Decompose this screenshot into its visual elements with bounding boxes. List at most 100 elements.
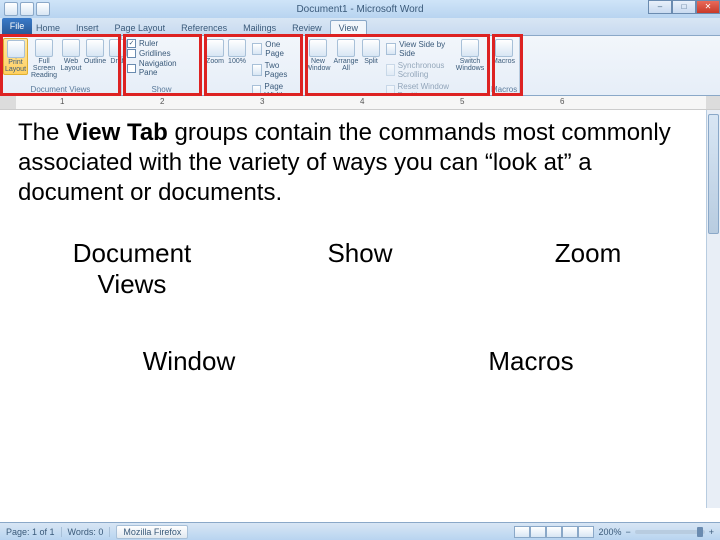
gridlines-label: Gridlines (139, 49, 171, 58)
one-page-icon (252, 43, 262, 55)
navpane-checkbox[interactable]: Navigation Pane (127, 59, 196, 77)
zoom-in-icon[interactable]: + (709, 527, 714, 537)
file-tab[interactable]: File (2, 18, 32, 34)
zoom-button[interactable]: Zoom (205, 38, 225, 66)
switch-windows-button[interactable]: Switch Windows (456, 38, 484, 73)
view-outline-icon[interactable] (562, 526, 578, 538)
tab-pagelayout[interactable]: Page Layout (107, 21, 174, 35)
ruler-number: 1 (60, 97, 64, 106)
one-page-button[interactable]: One Page (251, 39, 296, 59)
ribbon: Print Layout Full Screen Reading Web Lay… (0, 36, 720, 96)
group-show: ✓Ruler Gridlines Navigation Pane Show (122, 36, 202, 95)
outline-icon (86, 39, 104, 57)
zoom-100-label: 100% (228, 58, 246, 65)
tab-review[interactable]: Review (284, 21, 330, 35)
macros-label: Macros (492, 58, 515, 65)
label-document-views: DocumentViews (18, 238, 246, 300)
sync-scroll-button[interactable]: Synchronous Scrolling (385, 60, 452, 80)
outline-label: Outline (84, 58, 106, 65)
tab-references[interactable]: References (173, 21, 235, 35)
tab-view[interactable]: View (330, 20, 367, 35)
gridlines-checkbox[interactable]: Gridlines (127, 49, 196, 58)
percent-icon (228, 39, 246, 57)
view-mode-buttons (514, 526, 594, 538)
group-label-docviews: Document Views (3, 84, 118, 95)
label-show: Show (246, 238, 474, 300)
fullscreen-reading-button[interactable]: Full Screen Reading (30, 38, 58, 80)
group-names-grid: DocumentViews Show Zoom Window Macros (18, 238, 702, 377)
view-print-icon[interactable] (514, 526, 530, 538)
horizontal-ruler: 123456 (0, 96, 720, 110)
arrange-all-button[interactable]: Arrange All (333, 38, 359, 73)
document-area: The View Tab groups contain the commands… (0, 110, 720, 508)
status-page[interactable]: Page: 1 of 1 (0, 527, 62, 537)
status-words[interactable]: Words: 0 (62, 527, 111, 537)
vertical-scrollbar[interactable] (706, 110, 720, 508)
sync-scroll-icon (386, 64, 395, 76)
zoom-slider[interactable] (635, 530, 705, 534)
zoom-100-button[interactable]: 100% (227, 38, 247, 66)
outline-button[interactable]: Outline (84, 38, 106, 66)
group-label-macros: Macros (491, 84, 516, 95)
side-by-side-button[interactable]: View Side by Side (385, 39, 452, 59)
scrollbar-thumb[interactable] (708, 114, 719, 234)
side-by-side-icon (386, 43, 396, 55)
group-macros: Macros Macros (488, 36, 520, 95)
label-macros: Macros (360, 346, 702, 377)
tab-insert[interactable]: Insert (68, 21, 107, 35)
switch-windows-label: Switch Windows (456, 58, 484, 72)
ruler-number: 2 (160, 97, 164, 106)
fullscreen-icon (35, 39, 53, 57)
new-window-label: New Window (306, 58, 331, 72)
print-layout-button[interactable]: Print Layout (3, 38, 28, 75)
undo-icon[interactable] (20, 2, 34, 16)
group-document-views: Print Layout Full Screen Reading Web Lay… (0, 36, 122, 95)
body-paragraph: The View Tab groups contain the commands… (18, 118, 702, 208)
maximize-button[interactable]: □ (672, 0, 696, 14)
split-button[interactable]: Split (361, 38, 381, 66)
redo-icon[interactable] (36, 2, 50, 16)
zoom-label: Zoom (206, 58, 224, 65)
group-zoom: Zoom 100% One Page Two Pages Page Width … (202, 36, 302, 95)
view-fullscreen-icon[interactable] (530, 526, 546, 538)
navpane-label: Navigation Pane (139, 59, 196, 77)
group-window: New Window Arrange All Split View Side b… (302, 36, 488, 95)
view-draft-icon[interactable] (578, 526, 594, 538)
status-bar: Page: 1 of 1 Words: 0 Mozilla Firefox 20… (0, 522, 720, 540)
web-layout-button[interactable]: Web Layout (60, 38, 82, 73)
two-pages-button[interactable]: Two Pages (251, 60, 296, 80)
view-web-icon[interactable] (546, 526, 562, 538)
arrange-icon (337, 39, 355, 57)
group-label-show: Show (125, 84, 198, 95)
body-prefix: The (18, 119, 66, 146)
ruler-checkbox[interactable]: ✓Ruler (127, 39, 196, 48)
zoom-slider-thumb[interactable] (697, 527, 703, 537)
new-window-button[interactable]: New Window (305, 38, 331, 73)
ruler-number: 4 (360, 97, 364, 106)
two-pages-label: Two Pages (265, 61, 295, 79)
checkbox-icon (127, 64, 136, 73)
tab-home[interactable]: Home (28, 21, 68, 35)
macros-button[interactable]: Macros (491, 38, 516, 66)
ruler-number: 6 (560, 97, 564, 106)
checkbox-icon: ✓ (127, 39, 136, 48)
fullscreen-label: Full Screen Reading (31, 58, 57, 79)
quick-access-toolbar (0, 2, 54, 16)
taskbar-firefox[interactable]: Mozilla Firefox (116, 525, 188, 539)
title-bar: Document1 - Microsoft Word – □ ✕ (0, 0, 720, 18)
split-icon (362, 39, 380, 57)
zoom-out-icon[interactable]: − (625, 527, 630, 537)
zoom-percent[interactable]: 200% (598, 527, 621, 537)
minimize-button[interactable]: – (648, 0, 672, 14)
magnifier-icon (206, 39, 224, 57)
save-icon[interactable] (4, 2, 18, 16)
ribbon-tabs: Home Insert Page Layout References Maili… (0, 18, 720, 36)
label-zoom: Zoom (474, 238, 702, 300)
split-label: Split (364, 58, 378, 65)
two-pages-icon (252, 64, 262, 76)
close-button[interactable]: ✕ (696, 0, 720, 14)
new-window-icon (309, 39, 327, 57)
web-layout-icon (62, 39, 80, 57)
tab-mailings[interactable]: Mailings (235, 21, 284, 35)
body-bold: View Tab (66, 119, 168, 146)
